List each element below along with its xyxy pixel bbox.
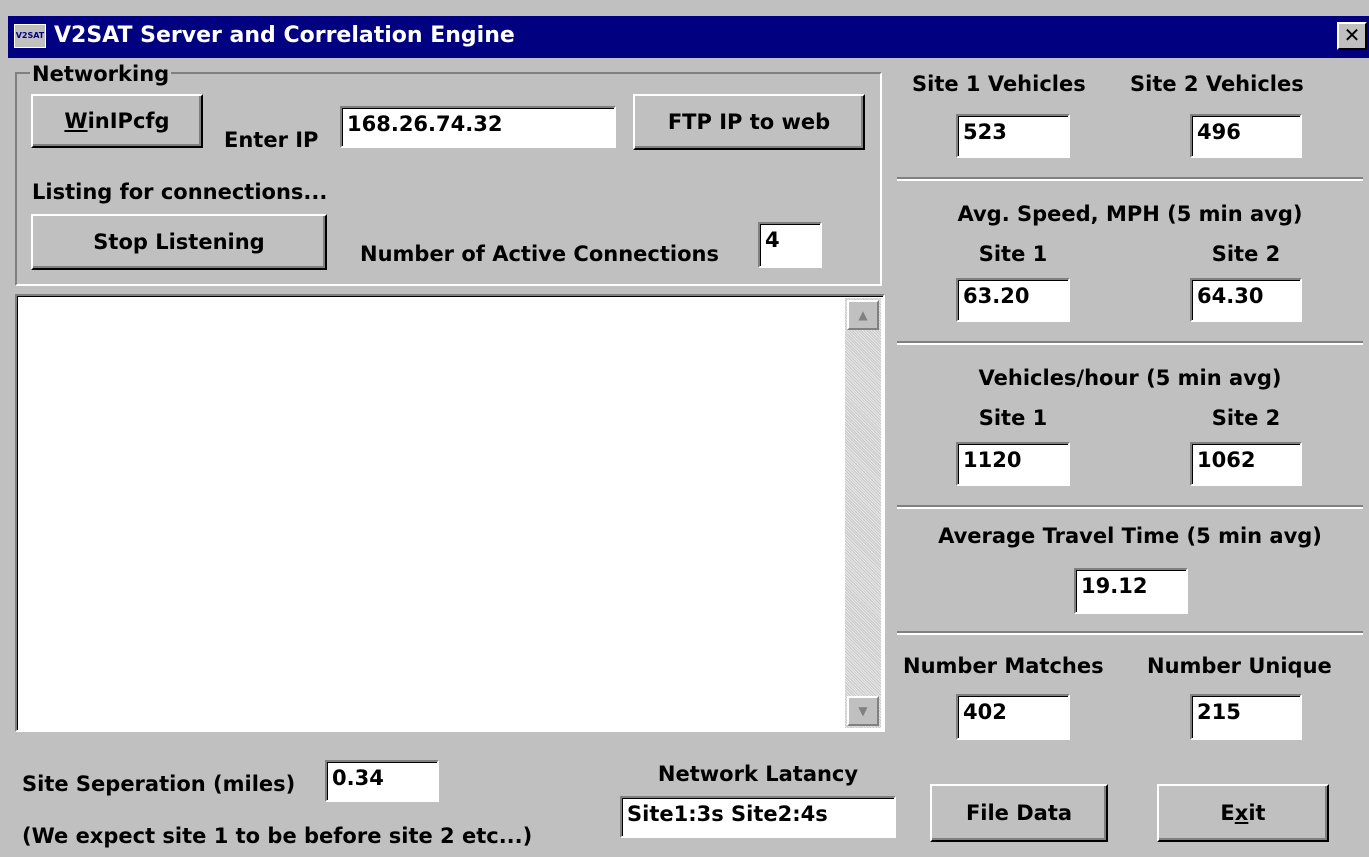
- log-listbox[interactable]: [15, 294, 885, 732]
- number-matches-label: Number Matches: [903, 654, 1104, 678]
- site-order-note: (We expect site 1 to be before site 2 et…: [22, 824, 533, 848]
- site1-vph-field[interactable]: 1120: [956, 442, 1070, 486]
- network-latency-label: Network Latancy: [657, 762, 859, 786]
- site-separation-input[interactable]: 0.34: [325, 760, 439, 802]
- networking-group-label: Networking: [30, 62, 172, 86]
- window-title: V2SAT Server and Correlation Engine: [54, 23, 515, 48]
- site-separation-label: Site Seperation (miles): [22, 772, 296, 796]
- close-button[interactable]: ✕: [1337, 22, 1367, 50]
- scroll-down-button[interactable]: ▼: [847, 696, 879, 726]
- travel-time-label: Average Travel Time (5 min avg): [938, 524, 1322, 548]
- ip-input[interactable]: 168.26.74.32: [340, 106, 616, 148]
- speed-site2-label: Site 2: [1211, 242, 1281, 266]
- log-scrollbar[interactable]: ▲ ▼: [845, 298, 881, 728]
- file-data-label: File Data: [965, 801, 1073, 825]
- active-connections-field[interactable]: 4: [758, 222, 822, 268]
- number-unique-label: Number Unique: [1147, 654, 1332, 678]
- travel-time-field[interactable]: 19.12: [1074, 568, 1188, 614]
- stats-divider: [897, 505, 1363, 509]
- stop-listening-button[interactable]: Stop Listening: [31, 214, 327, 270]
- vph-site1-label: Site 1: [978, 406, 1048, 430]
- scroll-up-button[interactable]: ▲: [847, 300, 879, 330]
- title-bar: V2SAT V2SAT Server and Correlation Engin…: [8, 16, 1369, 58]
- scroll-up-icon: ▲: [858, 308, 868, 322]
- vph-site2-label: Site 2: [1211, 406, 1281, 430]
- winipcfg-button[interactable]: WinIPcfg: [31, 94, 203, 148]
- site1-vehicles-field[interactable]: 523: [956, 114, 1070, 158]
- exit-button[interactable]: Exit: [1157, 784, 1329, 842]
- listening-status-text: Listing for connections...: [32, 180, 328, 204]
- site2-speed-field[interactable]: 64.30: [1190, 278, 1302, 322]
- enter-ip-label: Enter IP: [224, 128, 319, 152]
- vehicles-per-hour-label: Vehicles/hour (5 min avg): [978, 366, 1282, 390]
- site1-vehicles-label: Site 1 Vehicles: [912, 72, 1086, 96]
- site1-speed-field[interactable]: 63.20: [956, 278, 1070, 322]
- scroll-down-icon: ▼: [858, 704, 868, 718]
- close-icon: ✕: [1343, 23, 1361, 47]
- speed-site1-label: Site 1: [978, 242, 1048, 266]
- stop-listening-label: Stop Listening: [93, 230, 265, 254]
- ftp-ip-to-web-label: FTP IP to web: [667, 110, 831, 134]
- site2-vehicles-label: Site 2 Vehicles: [1130, 72, 1304, 96]
- app-icon: V2SAT: [14, 24, 46, 48]
- stats-divider: [897, 631, 1363, 635]
- file-data-button[interactable]: File Data: [930, 784, 1108, 842]
- network-latency-field[interactable]: Site1:3s Site2:4s: [620, 796, 896, 838]
- number-unique-field[interactable]: 215: [1190, 694, 1302, 740]
- avg-speed-label: Avg. Speed, MPH (5 min avg): [957, 202, 1303, 226]
- ftp-ip-to-web-button[interactable]: FTP IP to web: [633, 94, 865, 150]
- winipcfg-button-label: WinIPcfg: [64, 109, 170, 133]
- exit-label: Exit: [1220, 801, 1266, 825]
- number-matches-field[interactable]: 402: [956, 694, 1070, 740]
- stats-divider: [897, 341, 1363, 345]
- site2-vph-field[interactable]: 1062: [1190, 442, 1302, 486]
- active-connections-label: Number of Active Connections: [360, 242, 719, 266]
- site2-vehicles-field[interactable]: 496: [1190, 114, 1302, 158]
- stats-divider: [897, 177, 1363, 181]
